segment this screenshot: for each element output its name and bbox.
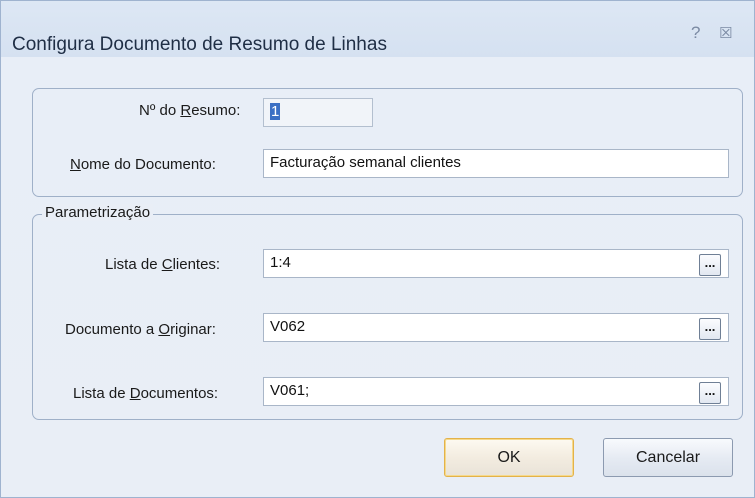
documento-originar-field[interactable]: V062 bbox=[263, 313, 729, 342]
documento-originar-browse-button[interactable]: ... bbox=[699, 318, 721, 340]
dialog-window: Configura Documento de Resumo de Linhas … bbox=[0, 0, 755, 498]
lista-clientes-field[interactable]: 1:4 bbox=[263, 249, 729, 278]
window-title: Configura Documento de Resumo de Linhas bbox=[12, 34, 387, 55]
lista-documentos-label: Lista de Documentos: bbox=[73, 385, 219, 402]
title-bar: Configura Documento de Resumo de Linhas … bbox=[1, 1, 754, 57]
nome-documento-field[interactable]: Facturação semanal clientes bbox=[263, 149, 729, 178]
lista-clientes-label: Lista de Clientes: bbox=[105, 256, 221, 273]
parametrizacao-legend: Parametrização bbox=[42, 204, 154, 221]
lista-documentos-field[interactable]: V061; bbox=[263, 377, 729, 406]
lista-documentos-browse-button[interactable]: ... bbox=[699, 382, 721, 404]
cancel-button[interactable]: Cancelar bbox=[603, 438, 733, 477]
lista-clientes-browse-button[interactable]: ... bbox=[699, 254, 721, 276]
ok-button[interactable]: OK bbox=[444, 438, 574, 477]
help-icon[interactable]: ? bbox=[691, 23, 700, 43]
documento-originar-label: Documento a Originar: bbox=[65, 321, 216, 338]
resumo-number-field[interactable]: 1 bbox=[263, 98, 373, 127]
close-icon[interactable]: ☒ bbox=[719, 24, 732, 42]
resumo-label: Nº do Resumo: bbox=[139, 102, 241, 119]
nome-documento-label: Nome do Documento: bbox=[70, 156, 216, 173]
